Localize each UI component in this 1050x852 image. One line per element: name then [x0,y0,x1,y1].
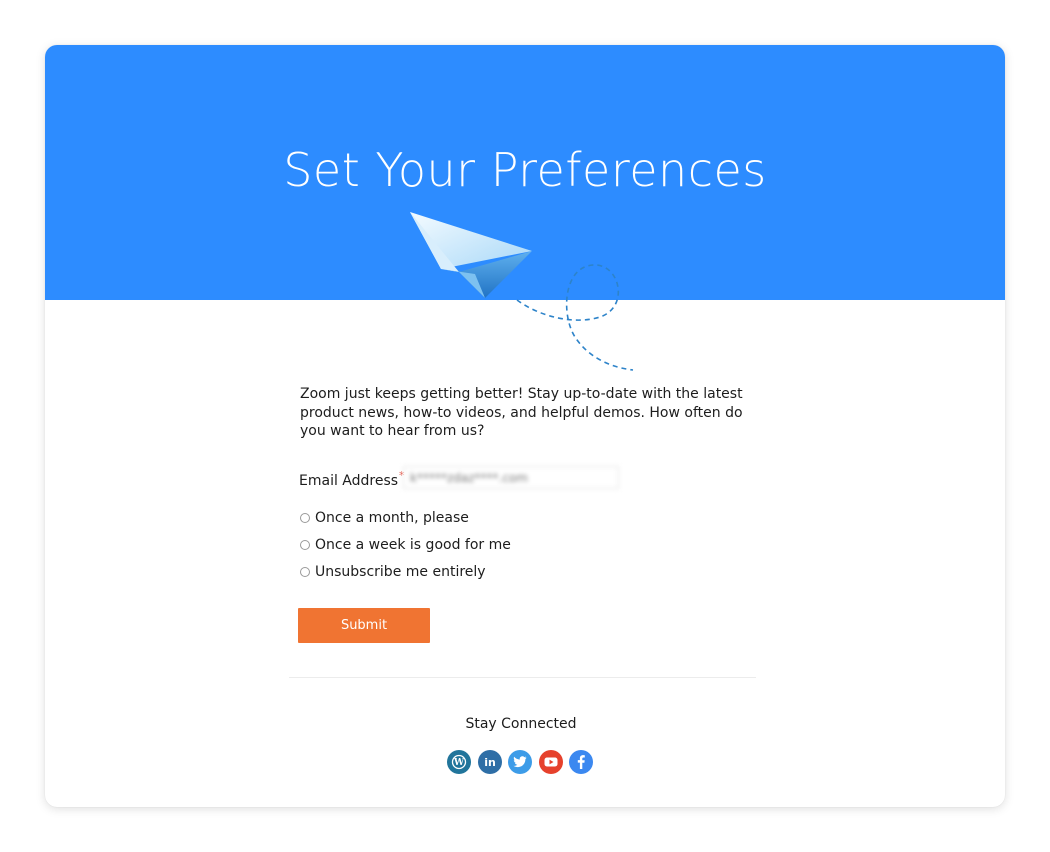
intro-text: Zoom just keeps getting better! Stay up-… [300,386,743,439]
preferences-card: Set Your Preferences Zoom just keeps get… [45,45,1005,807]
twitter-icon[interactable] [508,750,532,774]
option-unsubscribe[interactable]: Unsubscribe me entirely [300,563,486,581]
divider [289,677,756,678]
option-label: Once a week is good for me [315,537,511,553]
email-label-text: Email Address [299,473,399,489]
linkedin-icon[interactable]: in [477,750,502,774]
wordpress-icon[interactable]: W [447,750,471,774]
email-input[interactable] [403,466,619,489]
youtube-icon[interactable] [538,750,563,774]
option-label: Once a month, please [315,510,469,526]
svg-text:W: W [453,758,465,768]
page-title: Set Your Preferences [283,143,767,197]
option-weekly[interactable]: Once a week is good for me [300,536,511,554]
stay-connected-heading: Stay Connected [465,716,577,732]
radio-button[interactable] [300,567,310,577]
social-links: W in [447,750,600,774]
header-banner: Set Your Preferences [45,45,1005,300]
facebook-icon[interactable] [569,750,593,774]
option-label: Unsubscribe me entirely [315,564,486,580]
svg-text:in: in [484,756,496,769]
radio-button[interactable] [300,513,310,523]
option-monthly[interactable]: Once a month, please [300,509,469,527]
email-label: Email Address* [299,469,405,489]
submit-button[interactable]: Submit [298,608,430,643]
radio-button[interactable] [300,540,310,550]
